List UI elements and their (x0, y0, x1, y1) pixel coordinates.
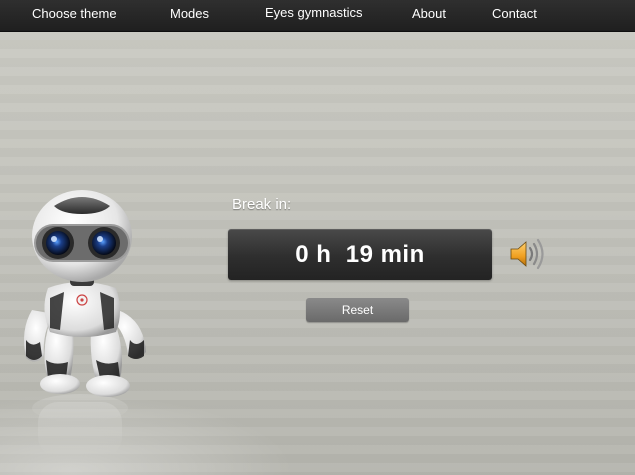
break-in-label: Break in: (232, 196, 292, 213)
robot-icon (24, 190, 146, 457)
nav-eyes-gymnastics[interactable]: Eyes gymnastics (265, 4, 363, 24)
nav-modes[interactable]: Modes (170, 5, 209, 25)
top-navigation: Choose theme Modes Eyes gymnastics About… (0, 0, 635, 32)
speaker-icon[interactable] (508, 236, 550, 272)
nav-contact[interactable]: Contact (492, 5, 537, 25)
nav-about[interactable]: About (412, 5, 446, 25)
break-timer-display: 0 h 19 min (228, 229, 492, 280)
timer-value: 0 h 19 min (295, 241, 425, 268)
reset-button[interactable]: Reset (306, 298, 409, 322)
nav-choose-theme[interactable]: Choose theme (32, 5, 117, 25)
